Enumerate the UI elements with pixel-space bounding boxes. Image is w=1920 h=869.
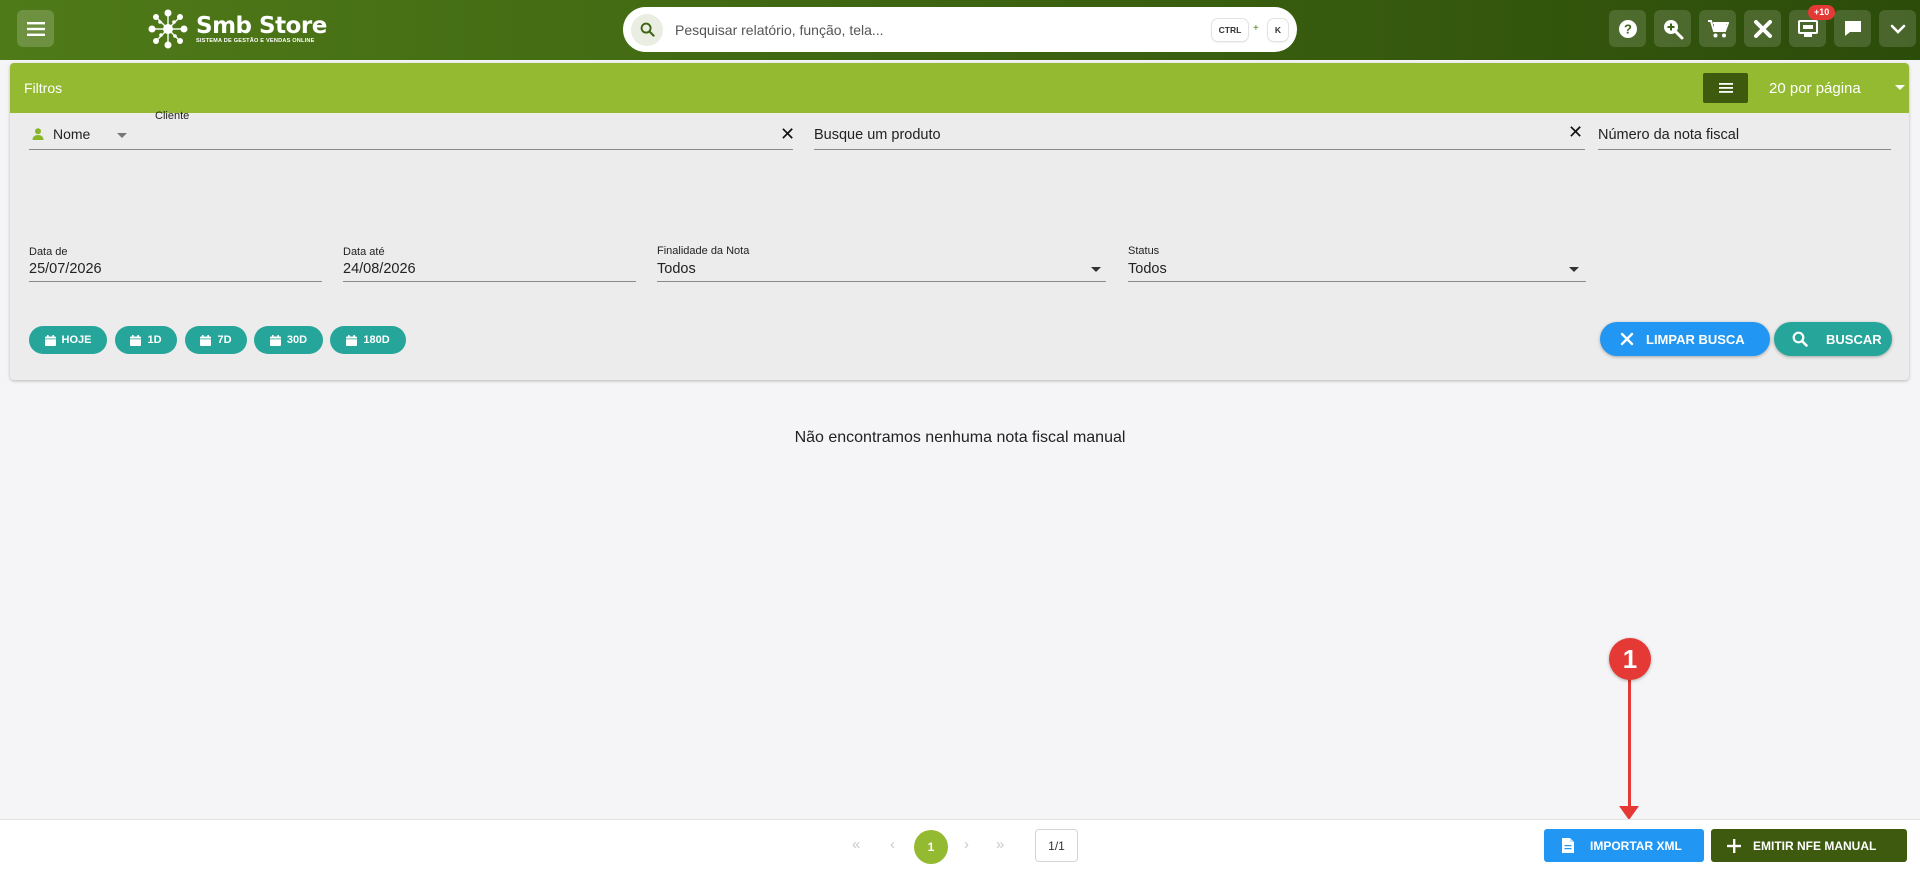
produto-field[interactable]: Busque um produto ✕ bbox=[814, 110, 1585, 150]
emitir-nfe-manual-label: EMITIR NFE MANUAL bbox=[1753, 838, 1877, 853]
nota-fiscal-input[interactable]: Número da nota fiscal bbox=[1598, 127, 1739, 143]
finalidade-value: Todos bbox=[657, 261, 696, 277]
cliente-type-select[interactable]: Nome bbox=[53, 126, 90, 142]
chat-icon bbox=[1844, 20, 1861, 36]
last-page-icon[interactable]: » bbox=[996, 836, 1004, 853]
calendar-icon bbox=[44, 334, 56, 346]
status-select[interactable]: Status Todos bbox=[1128, 245, 1586, 282]
produto-input[interactable]: Busque um produto bbox=[814, 127, 941, 143]
document-icon bbox=[1562, 838, 1574, 853]
importar-xml-label: IMPORTAR XML bbox=[1590, 838, 1682, 853]
next-page-icon[interactable]: › bbox=[964, 836, 969, 853]
notification-badge: +10 bbox=[1808, 5, 1836, 20]
limpar-busca-label: LIMPAR BUSCA bbox=[1646, 331, 1745, 347]
status-label: Status bbox=[1128, 245, 1160, 257]
tools-icon bbox=[1753, 19, 1772, 38]
register-icon bbox=[1797, 19, 1818, 37]
chat-button[interactable] bbox=[1834, 10, 1871, 47]
buscar-button[interactable]: BUSCAR bbox=[1774, 322, 1892, 356]
data-ate-field[interactable]: Data até 24/08/2026 bbox=[343, 246, 636, 282]
svg-text:?: ? bbox=[1624, 21, 1632, 36]
prev-page-icon[interactable]: ‹ bbox=[890, 836, 895, 853]
buscar-label: BUSCAR bbox=[1826, 331, 1882, 347]
cart-icon bbox=[1707, 19, 1729, 37]
chip-1d-label: 1D bbox=[147, 334, 162, 346]
global-search[interactable]: CTRL + K bbox=[623, 7, 1297, 52]
data-ate-input[interactable]: 24/08/2026 bbox=[343, 261, 416, 277]
chip-hoje[interactable]: HOJE bbox=[29, 326, 107, 354]
zoom-button[interactable] bbox=[1654, 10, 1691, 47]
data-de-field[interactable]: Data de 25/07/2026 bbox=[29, 246, 322, 282]
brand-title: Smb Store bbox=[196, 12, 327, 39]
cliente-field[interactable]: Nome Cliente ✕ bbox=[29, 110, 795, 150]
empty-state-message: Não encontramos nenhuma nota fiscal manu… bbox=[794, 429, 1126, 446]
list-view-button[interactable] bbox=[1703, 73, 1748, 103]
nota-fiscal-field[interactable]: Número da nota fiscal bbox=[1598, 110, 1891, 150]
menu-icon bbox=[26, 21, 45, 36]
top-bar: Smb Store SISTEMA DE GESTÃO E VENDAS ONL… bbox=[0, 0, 1920, 60]
annotation-arrow-head-icon bbox=[1619, 806, 1639, 820]
user-menu-button[interactable] bbox=[1879, 10, 1916, 47]
search-input[interactable] bbox=[675, 21, 1195, 38]
finalidade-label: Finalidade da Nota bbox=[657, 245, 750, 257]
search-icon bbox=[631, 13, 663, 46]
status-value: Todos bbox=[1128, 261, 1167, 277]
plus-icon bbox=[1727, 838, 1741, 853]
page-info: 1/1 bbox=[1035, 829, 1078, 862]
current-page-button[interactable]: 1 bbox=[914, 830, 948, 864]
chip-180d-label: 180D bbox=[363, 334, 390, 346]
filters-panel: Filtros 20 por página Nome Cliente ✕ Bus… bbox=[10, 63, 1909, 380]
chip-30d-label: 30D bbox=[286, 334, 308, 346]
hamburger-menu-button[interactable] bbox=[17, 10, 54, 47]
produto-clear-icon[interactable]: ✕ bbox=[1568, 122, 1583, 143]
per-page-select[interactable]: 20 por página bbox=[1769, 80, 1861, 97]
shortcut-k-key: K bbox=[1268, 19, 1288, 41]
data-ate-label: Data até bbox=[343, 246, 385, 258]
list-icon bbox=[1718, 83, 1733, 93]
per-page-caret-icon bbox=[1895, 85, 1905, 90]
calendar-icon bbox=[269, 334, 281, 346]
status-caret-icon bbox=[1569, 267, 1579, 272]
emitir-nfe-manual-button[interactable]: EMITIR NFE MANUAL bbox=[1711, 829, 1907, 862]
logo-mark-icon bbox=[148, 9, 188, 49]
brand-logo[interactable]: Smb Store SISTEMA DE GESTÃO E VENDAS ONL… bbox=[146, 6, 327, 52]
chevron-down-icon bbox=[1890, 24, 1905, 34]
cliente-clear-icon[interactable]: ✕ bbox=[780, 124, 795, 145]
help-button[interactable]: ? bbox=[1609, 10, 1646, 47]
finalidade-select[interactable]: Finalidade da Nota Todos bbox=[657, 245, 1106, 282]
annotation-arrow-line bbox=[1628, 675, 1631, 813]
chip-7d-label: 7D bbox=[217, 334, 232, 346]
tools-button[interactable] bbox=[1744, 10, 1781, 47]
limpar-busca-button[interactable]: LIMPAR BUSCA bbox=[1600, 322, 1770, 356]
chip-7d[interactable]: 7D bbox=[185, 326, 247, 354]
cart-button[interactable] bbox=[1699, 10, 1736, 47]
calendar-icon bbox=[200, 334, 212, 346]
zoom-in-icon bbox=[1663, 19, 1683, 39]
chip-hoje-label: HOJE bbox=[61, 334, 92, 346]
annotation-step-marker: 1 bbox=[1609, 638, 1651, 680]
data-de-input[interactable]: 25/07/2026 bbox=[29, 261, 102, 277]
brand-subtitle: SISTEMA DE GESTÃO E VENDAS ONLINE bbox=[196, 37, 315, 44]
cliente-label: Cliente bbox=[155, 110, 190, 122]
shortcut-plus: + bbox=[1253, 23, 1259, 34]
chip-1d[interactable]: 1D bbox=[115, 326, 177, 354]
cliente-type-caret-icon bbox=[117, 133, 127, 138]
filters-title: Filtros bbox=[24, 80, 63, 96]
data-de-label: Data de bbox=[29, 246, 68, 258]
filters-header: Filtros 20 por página bbox=[10, 63, 1909, 113]
importar-xml-button[interactable]: IMPORTAR XML bbox=[1544, 829, 1704, 862]
close-icon bbox=[1620, 332, 1634, 346]
shortcut-ctrl-key: CTRL bbox=[1212, 19, 1248, 41]
calendar-icon bbox=[130, 334, 142, 346]
first-page-icon[interactable]: « bbox=[852, 836, 860, 853]
help-icon: ? bbox=[1618, 19, 1637, 38]
finalidade-caret-icon bbox=[1091, 267, 1101, 272]
calendar-icon bbox=[346, 334, 358, 346]
person-icon bbox=[32, 128, 44, 140]
search-icon bbox=[1792, 331, 1808, 347]
chip-30d[interactable]: 30D bbox=[254, 326, 323, 354]
chip-180d[interactable]: 180D bbox=[330, 326, 406, 354]
